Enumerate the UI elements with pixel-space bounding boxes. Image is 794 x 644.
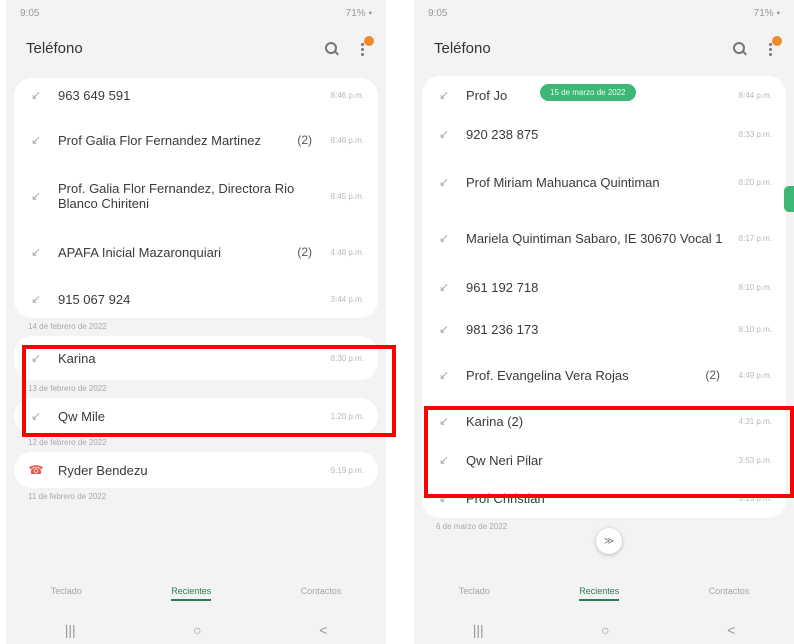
- tab-contacts[interactable]: Contactos: [709, 586, 750, 601]
- caller-name: 981 236 173: [466, 321, 539, 337]
- caller-name: Prof Miriam Mahuanca Quintiman: [466, 174, 660, 190]
- caller-name: APAFA Inicial Mazaronquiari: [58, 244, 222, 260]
- system-navigation-bar: ||| ○ <: [6, 622, 386, 638]
- caller-name: Mariela Quintiman Sabaro, IE 30670 Vocal…: [466, 230, 723, 246]
- caller-name: 920 238 875: [466, 126, 539, 142]
- tab-keypad[interactable]: Teclado: [459, 586, 490, 601]
- call-log-row[interactable]: ↙ Prof Galia Flor Fernandez Martinez (2)…: [14, 112, 378, 168]
- date-separator: 14 de febrero de 2022: [28, 322, 107, 331]
- caller-name: Prof Galia Flor Fernandez Martinez: [58, 132, 262, 148]
- tab-recents[interactable]: Recientes: [579, 586, 620, 601]
- notification-dot-icon: [364, 36, 374, 46]
- call-log-row[interactable]: ↙ APAFA Inicial Mazaronquiari (2) 4:48 p…: [14, 224, 378, 280]
- date-scroll-toast: 15 de marzo de 2022: [540, 84, 636, 101]
- call-time: 3:44 p.m.: [330, 294, 364, 304]
- incoming-call-icon: ↙: [30, 189, 42, 203]
- incoming-call-icon: ↙: [30, 292, 42, 306]
- incoming-call-icon: ↙: [438, 368, 450, 382]
- caller-name: 963 649 591: [58, 87, 131, 103]
- incoming-call-icon: ↙: [438, 231, 450, 245]
- page-title: Teléfono: [26, 39, 83, 57]
- call-log-row[interactable]: ↙ Mariela Quintiman Sabaro, IE 30670 Voc…: [422, 210, 786, 266]
- incoming-call-icon: ↙: [30, 133, 42, 147]
- call-count: (2): [705, 368, 720, 382]
- call-log-row[interactable]: ↙ Prof. Galia Flor Fernandez, Directora …: [14, 168, 378, 224]
- app-header: Teléfono: [414, 26, 794, 70]
- status-indicators: 71% ▪: [345, 7, 372, 19]
- more-options-icon[interactable]: [766, 36, 782, 58]
- tab-contacts[interactable]: Contactos: [301, 586, 342, 601]
- bottom-tabs: Teclado Recientes Contactos: [414, 586, 794, 601]
- call-log-row[interactable]: ↙ 981 236 173 8:10 p.m.: [422, 308, 786, 350]
- call-time: 8:33 p.m.: [738, 129, 772, 139]
- caller-name: Ryder Bendezu: [58, 462, 148, 478]
- call-log-row[interactable]: ☎ Ryder Bendezu 9:19 p.m.: [14, 452, 378, 488]
- phone-screenshot-left: 9:05 71% ▪ Teléfono ↙ 963 649 591 8:46 p…: [6, 0, 386, 644]
- recent-apps-icon[interactable]: |||: [473, 622, 484, 638]
- call-time: 9:19 p.m.: [330, 465, 364, 475]
- home-icon[interactable]: ○: [193, 622, 201, 638]
- incoming-call-icon: ↙: [30, 245, 42, 259]
- call-count: (2): [297, 133, 312, 147]
- tab-keypad[interactable]: Teclado: [51, 586, 82, 601]
- call-time: 4:48 p.m.: [330, 247, 364, 257]
- call-log-row[interactable]: ↙ Prof. Evangelina Vera Rojas (2) 4:49 p…: [422, 350, 786, 400]
- call-time: 8:46 p.m.: [330, 135, 364, 145]
- more-options-icon[interactable]: [358, 36, 374, 58]
- call-time: 4:49 p.m.: [738, 370, 772, 380]
- incoming-call-icon: ↙: [438, 127, 450, 141]
- caller-name: Prof. Evangelina Vera Rojas: [466, 367, 629, 383]
- notification-dot-icon: [772, 36, 782, 46]
- app-header: Teléfono: [6, 26, 386, 70]
- page-title: Teléfono: [434, 39, 491, 57]
- call-log-row[interactable]: ↙ 920 238 875 8:33 p.m.: [422, 114, 786, 154]
- recent-apps-icon[interactable]: |||: [65, 622, 76, 638]
- call-log-row[interactable]: ↙ Prof Miriam Mahuanca Quintiman 8:20 p.…: [422, 154, 786, 210]
- call-time: 8:10 p.m.: [738, 282, 772, 292]
- incoming-call-icon: ↙: [30, 88, 42, 102]
- incoming-call-icon: ↙: [438, 322, 450, 336]
- incoming-call-icon: ↙: [438, 88, 450, 102]
- incoming-call-icon: ↙: [438, 175, 450, 189]
- date-separator: 11 de febrero de 2022: [28, 492, 107, 501]
- annotation-highlight-box: [424, 406, 794, 498]
- status-indicators: 71% ▪: [753, 7, 780, 19]
- back-icon[interactable]: <: [319, 622, 327, 638]
- caller-name: 961 192 718: [466, 279, 539, 295]
- status-bar: 9:05 71% ▪: [6, 0, 386, 26]
- call-time: 8:17 p.m.: [738, 233, 772, 243]
- call-time: 8:45 p.m.: [330, 191, 364, 201]
- call-log-row[interactable]: ↙ 915 067 924 3:44 p.m.: [14, 280, 378, 318]
- bottom-tabs: Teclado Recientes Contactos: [6, 586, 386, 601]
- call-log-group: ☎ Ryder Bendezu 9:19 p.m.: [14, 452, 378, 488]
- status-bar: 9:05 71% ▪: [414, 0, 794, 26]
- back-icon[interactable]: <: [727, 622, 735, 638]
- system-navigation-bar: ||| ○ <: [414, 622, 794, 638]
- search-icon[interactable]: [325, 41, 338, 55]
- call-log-row[interactable]: ↙ 963 649 591 8:46 p.m.: [14, 78, 378, 112]
- call-log-group: ↙ 963 649 591 8:46 p.m. ↙ Prof Galia Flo…: [14, 78, 378, 318]
- status-time: 9:05: [20, 7, 40, 19]
- edge-panel-handle[interactable]: [784, 186, 794, 212]
- incoming-call-icon: ↙: [438, 280, 450, 294]
- missed-call-icon: ☎: [28, 463, 44, 477]
- caller-name: 915 067 924: [58, 291, 131, 307]
- scroll-to-top-icon[interactable]: ≫: [596, 528, 622, 554]
- tab-recents[interactable]: Recientes: [171, 586, 212, 601]
- call-time: 8:20 p.m.: [738, 177, 772, 187]
- call-count: (2): [297, 245, 312, 259]
- caller-name: Prof. Galia Flor Fernandez, Directora Ri…: [58, 181, 295, 211]
- call-time: 8:46 p.m.: [330, 90, 364, 100]
- home-icon[interactable]: ○: [601, 622, 609, 638]
- annotation-highlight-box: [22, 345, 396, 437]
- call-log-row[interactable]: ↙ 961 192 718 8:10 p.m.: [422, 266, 786, 308]
- call-time: 8:44 p.m.: [738, 90, 772, 100]
- status-time: 9:05: [428, 7, 448, 19]
- phone-screenshot-right: 9:05 71% ▪ Teléfono ↙ Prof Jo 8:44 p.m. …: [414, 0, 794, 644]
- call-time: 8:10 p.m.: [738, 324, 772, 334]
- search-icon[interactable]: [733, 41, 746, 55]
